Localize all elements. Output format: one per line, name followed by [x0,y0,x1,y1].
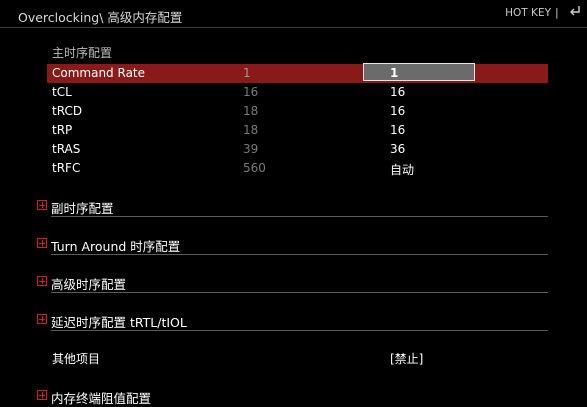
timing-row-trcd[interactable]: tRCD 18 16 [47,102,548,121]
timing-name: tCL [52,85,72,99]
section-label: 副时序配置 [51,201,114,216]
timing-value[interactable]: 自动 [390,161,414,178]
timing-value[interactable]: 16 [390,85,405,99]
timing-row-tcl[interactable]: tCL 16 16 [47,83,548,102]
expand-icon [37,314,47,324]
timing-value: 1 [390,66,399,80]
timing-row-trp[interactable]: tRP 18 16 [47,121,548,140]
timing-row-tras[interactable]: tRAS 39 36 [47,140,548,159]
timing-name: tRAS [52,142,81,156]
other-items-value[interactable]: [禁止] [390,350,423,367]
section-memory-termination[interactable]: 内存终端阻值配置 [37,387,548,407]
section-divider [51,292,548,293]
timing-row-command-rate[interactable]: Command Rate 1 1 [47,63,548,83]
main-timing-title: 主时序配置 [52,46,113,60]
section-advanced-timing[interactable]: 高级时序配置 [37,273,548,293]
expand-icon [37,238,47,248]
timing-value[interactable]: 16 [390,123,405,137]
expand-icon [37,200,47,210]
section-latency-timing[interactable]: 延迟时序配置 tRTL/tIOL [37,311,548,331]
other-items-label: 其他项目 [52,352,101,366]
timing-current: 39 [243,142,259,156]
timing-current: 560 [243,161,266,175]
timing-current: 16 [243,85,259,99]
timing-value[interactable]: 36 [390,142,405,156]
other-items-row[interactable]: 其他项目 [禁止] [47,349,548,369]
header-divider [0,27,587,28]
section-divider [51,330,548,331]
timing-current: 18 [243,104,259,118]
section-secondary-timing[interactable]: 副时序配置 [37,197,548,217]
timing-name: Command Rate [52,66,146,80]
section-turn-around-timing[interactable]: Turn Around 时序配置 [37,235,548,255]
timing-name: tRP [52,123,73,137]
timing-row-trfc[interactable]: tRFC 560 自动 [47,159,548,178]
back-icon[interactable] [568,4,582,18]
timing-current: 1 [243,66,251,80]
timing-current: 18 [243,123,259,137]
header-separator: | [555,6,559,19]
page-title: Overclocking\ 高级内存配置 [18,10,183,25]
section-divider [51,254,548,255]
section-label: 延迟时序配置 tRTL/tIOL [51,315,187,330]
hotkey-button[interactable]: HOT KEY [505,7,551,19]
timing-value[interactable]: 16 [390,104,405,118]
section-label: Turn Around 时序配置 [51,239,181,254]
section-divider [51,216,548,217]
timing-name: tRFC [52,161,81,175]
section-label: 高级时序配置 [51,277,127,292]
timing-value-input[interactable]: 1 [363,63,475,81]
expand-icon [37,390,47,400]
section-label: 内存终端阻值配置 [51,391,152,406]
timing-name: tRCD [52,104,83,118]
expand-icon [37,276,47,286]
